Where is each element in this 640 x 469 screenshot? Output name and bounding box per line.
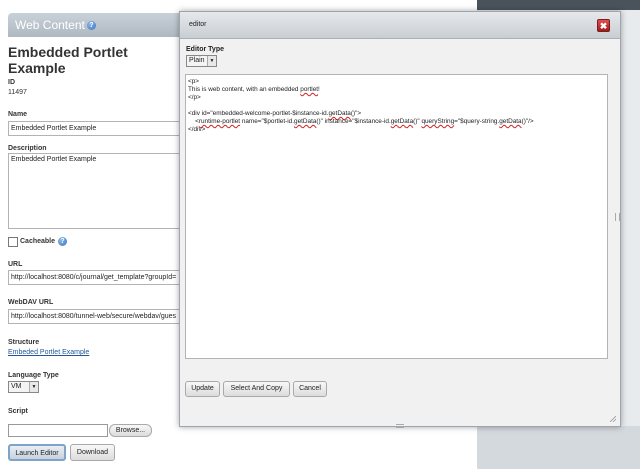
corner-resize-icon[interactable] xyxy=(610,416,616,422)
misspelled-word: getData xyxy=(499,118,522,125)
id-value: 11497 xyxy=(8,89,27,96)
dialog-title: editor xyxy=(189,21,207,28)
script-label: Script xyxy=(8,408,28,415)
background-footer xyxy=(477,426,640,469)
webdav-label: WebDAV URL xyxy=(8,299,54,306)
update-button[interactable]: Update xyxy=(185,381,220,397)
url-field[interactable]: http://localhost:8080/c/journal/get_temp… xyxy=(8,270,180,285)
side-resize-handle[interactable] xyxy=(615,213,620,221)
code-line: </p> xyxy=(188,94,201,101)
name-label: Name xyxy=(8,111,28,118)
code-line: This is web content, with an embedded po… xyxy=(188,86,320,93)
dialog-titlebar[interactable]: editor ✖ xyxy=(180,12,620,39)
structure-label: Structure xyxy=(8,339,40,346)
description-value: Embedded Portlet Example xyxy=(11,156,97,163)
editor-type-select[interactable]: Plain ▼ xyxy=(186,55,217,67)
name-field[interactable]: Embedded Portlet Example xyxy=(8,121,180,136)
structure-link[interactable]: Embeded Portlet Example xyxy=(8,349,89,356)
misspelled-word: portlet xyxy=(300,86,319,93)
cacheable-label: Cacheable xyxy=(20,238,56,245)
webdav-field[interactable]: http://localhost:8080/tunnel-web/secure/… xyxy=(8,309,180,324)
misspelled-word: getData xyxy=(328,110,351,117)
portlet-title: Web Content xyxy=(15,18,85,32)
description-field[interactable]: Embedded Portlet Example xyxy=(8,153,180,229)
chevron-down-icon: ▼ xyxy=(29,382,38,392)
help-icon[interactable]: ? xyxy=(87,21,96,30)
misspelled-word: getData xyxy=(390,118,414,125)
cacheable-help-icon[interactable]: ? xyxy=(58,237,67,246)
close-icon[interactable]: ✖ xyxy=(597,19,610,32)
id-label: ID xyxy=(8,79,15,86)
web-content-portlet: Web Content ? Embedded Portlet Example I… xyxy=(0,0,180,469)
misspelled-word: runtime-portlet xyxy=(198,118,241,125)
language-label: Language Type xyxy=(8,372,59,379)
browse-button[interactable]: Browse... xyxy=(109,424,152,437)
code-line: <p> xyxy=(188,78,200,85)
portlet-header: Web Content ? xyxy=(8,13,180,37)
code-editor[interactable]: <p> This is web content, with an embedded… xyxy=(185,74,608,359)
language-select[interactable]: VM ▼ xyxy=(8,381,39,393)
editor-type-label: Editor Type xyxy=(186,46,224,53)
editor-type-value: Plain xyxy=(189,57,205,64)
page-title: Embedded Portlet Example xyxy=(8,44,128,76)
editor-dialog: editor ✖ Editor Type Plain ▼ <p> This is … xyxy=(179,11,621,428)
misspelled-word: queryString xyxy=(421,118,455,125)
background-dark-strip xyxy=(477,0,640,10)
chevron-down-icon: ▼ xyxy=(207,56,216,66)
cacheable-checkbox[interactable] xyxy=(8,237,18,247)
select-and-copy-button[interactable]: Select And Copy xyxy=(223,381,290,397)
code-line: <div id="embedded-welcome-portlet-$insta… xyxy=(188,110,362,117)
bottom-resize-handle[interactable] xyxy=(396,424,404,428)
cancel-button[interactable]: Cancel xyxy=(293,381,327,397)
code-line: </div> xyxy=(188,126,206,133)
script-file-input[interactable] xyxy=(8,424,108,437)
misspelled-word: getData xyxy=(294,118,317,125)
language-value: VM xyxy=(11,383,22,390)
url-label: URL xyxy=(8,261,23,268)
description-label: Description xyxy=(8,145,47,152)
download-button[interactable]: Download xyxy=(70,444,115,461)
launch-editor-button[interactable]: Launch Editor xyxy=(8,444,66,461)
code-line: <runtime-portlet name="$portlet-id.getDa… xyxy=(188,118,534,125)
